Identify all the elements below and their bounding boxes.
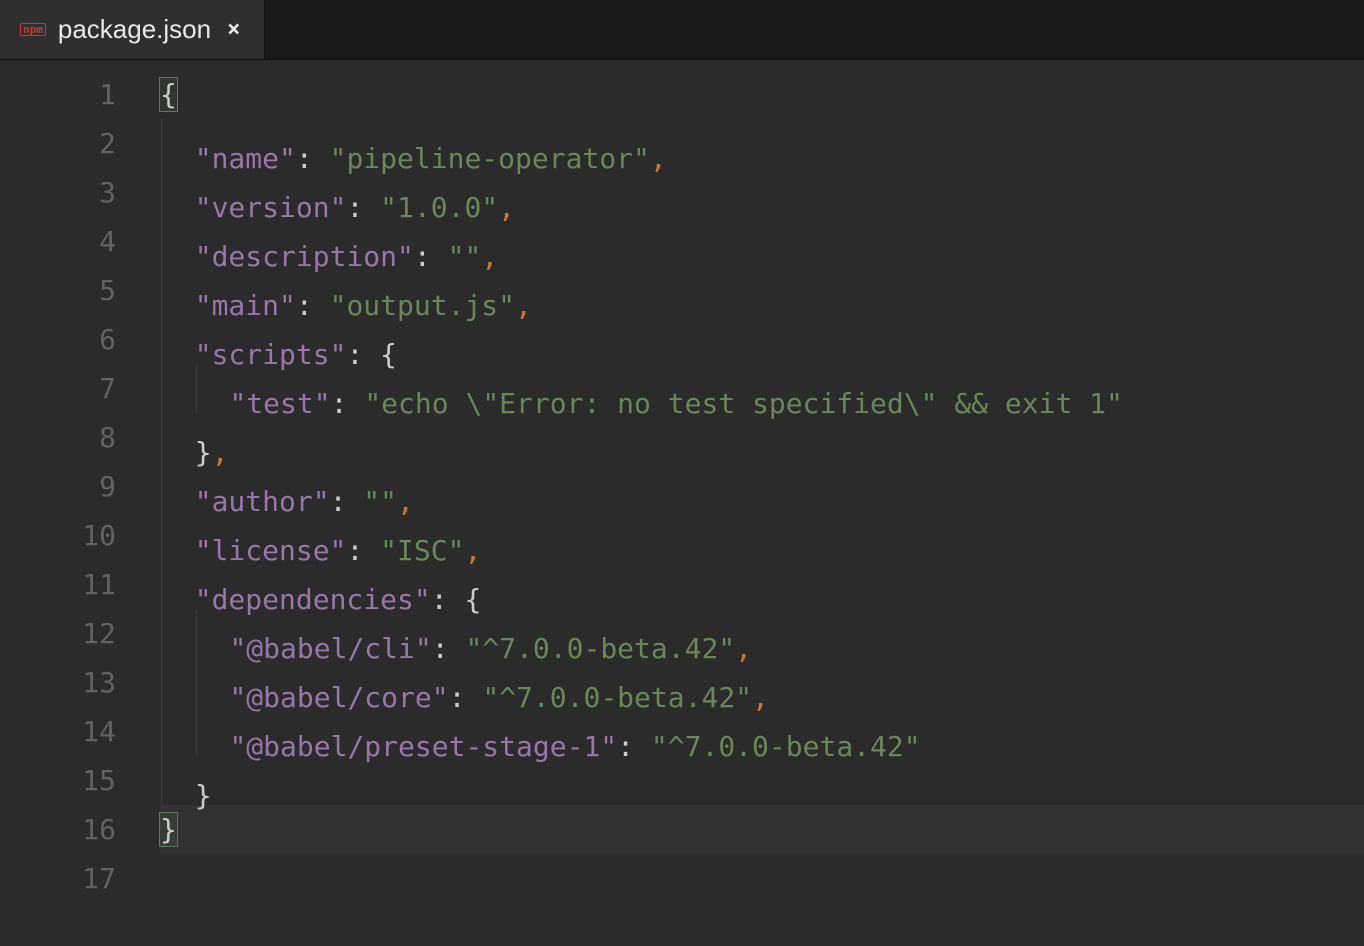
code-line[interactable]: "main": "output.js", [160, 266, 1364, 315]
code-line[interactable]: "dependencies": { [160, 560, 1364, 609]
line-number: 1 [0, 70, 116, 119]
token-colon: : [617, 730, 651, 763]
tab-package-json[interactable]: npm package.json × [0, 0, 265, 59]
line-number: 10 [0, 511, 116, 560]
token-comma: , [498, 191, 515, 224]
token-str: "echo \"Error: no test specified\" && ex… [364, 387, 1123, 420]
line-number: 5 [0, 266, 116, 315]
tab-title: package.json [58, 14, 211, 45]
code-line[interactable]: "test": "echo \"Error: no test specified… [160, 364, 1364, 413]
line-number: 2 [0, 119, 116, 168]
line-number: 3 [0, 168, 116, 217]
code-line[interactable] [160, 854, 1364, 903]
code-line[interactable]: }, [160, 413, 1364, 462]
code-line[interactable]: "license": "ISC", [160, 511, 1364, 560]
token-key: "@babel/preset-stage-1" [229, 730, 617, 763]
line-number-gutter: 1234567891011121314151617 [0, 60, 140, 946]
code-line[interactable]: "@babel/core": "^7.0.0-beta.42", [160, 658, 1364, 707]
npm-icon: npm [20, 23, 46, 36]
code-line[interactable]: { [160, 70, 1364, 119]
code-line[interactable]: "version": "1.0.0", [160, 168, 1364, 217]
code-line[interactable]: "author": "", [160, 462, 1364, 511]
line-number: 4 [0, 217, 116, 266]
line-number: 9 [0, 462, 116, 511]
line-number: 6 [0, 315, 116, 364]
code-area[interactable]: { "name": "pipeline-operator", "version"… [140, 60, 1364, 946]
line-number: 15 [0, 756, 116, 805]
code-line[interactable]: "scripts": { [160, 315, 1364, 364]
line-number: 12 [0, 609, 116, 658]
line-number: 7 [0, 364, 116, 413]
token-key: "test" [229, 387, 330, 420]
token-punc: } [195, 779, 212, 812]
code-line[interactable]: "@babel/preset-stage-1": "^7.0.0-beta.42… [160, 707, 1364, 756]
line-number: 16 [0, 805, 116, 854]
token-brace: } [160, 813, 177, 846]
code-line[interactable]: "description": "", [160, 217, 1364, 266]
close-icon[interactable]: × [223, 17, 244, 42]
token-str: "^7.0.0-beta.42" [651, 730, 921, 763]
token-colon: : [331, 387, 365, 420]
line-number: 14 [0, 707, 116, 756]
code-line[interactable]: "name": "pipeline-operator", [160, 119, 1364, 168]
line-number: 13 [0, 658, 116, 707]
line-number: 8 [0, 413, 116, 462]
token-comma: , [650, 142, 667, 175]
code-line[interactable]: } [160, 805, 1364, 854]
code-line[interactable]: "@babel/cli": "^7.0.0-beta.42", [160, 609, 1364, 658]
token-brace: { [160, 78, 177, 111]
line-number: 11 [0, 560, 116, 609]
editor: 1234567891011121314151617 { "name": "pip… [0, 60, 1364, 946]
token-comma: , [515, 289, 532, 322]
tab-bar: npm package.json × [0, 0, 1364, 60]
code-line[interactable]: } [160, 756, 1364, 805]
line-number: 17 [0, 854, 116, 903]
